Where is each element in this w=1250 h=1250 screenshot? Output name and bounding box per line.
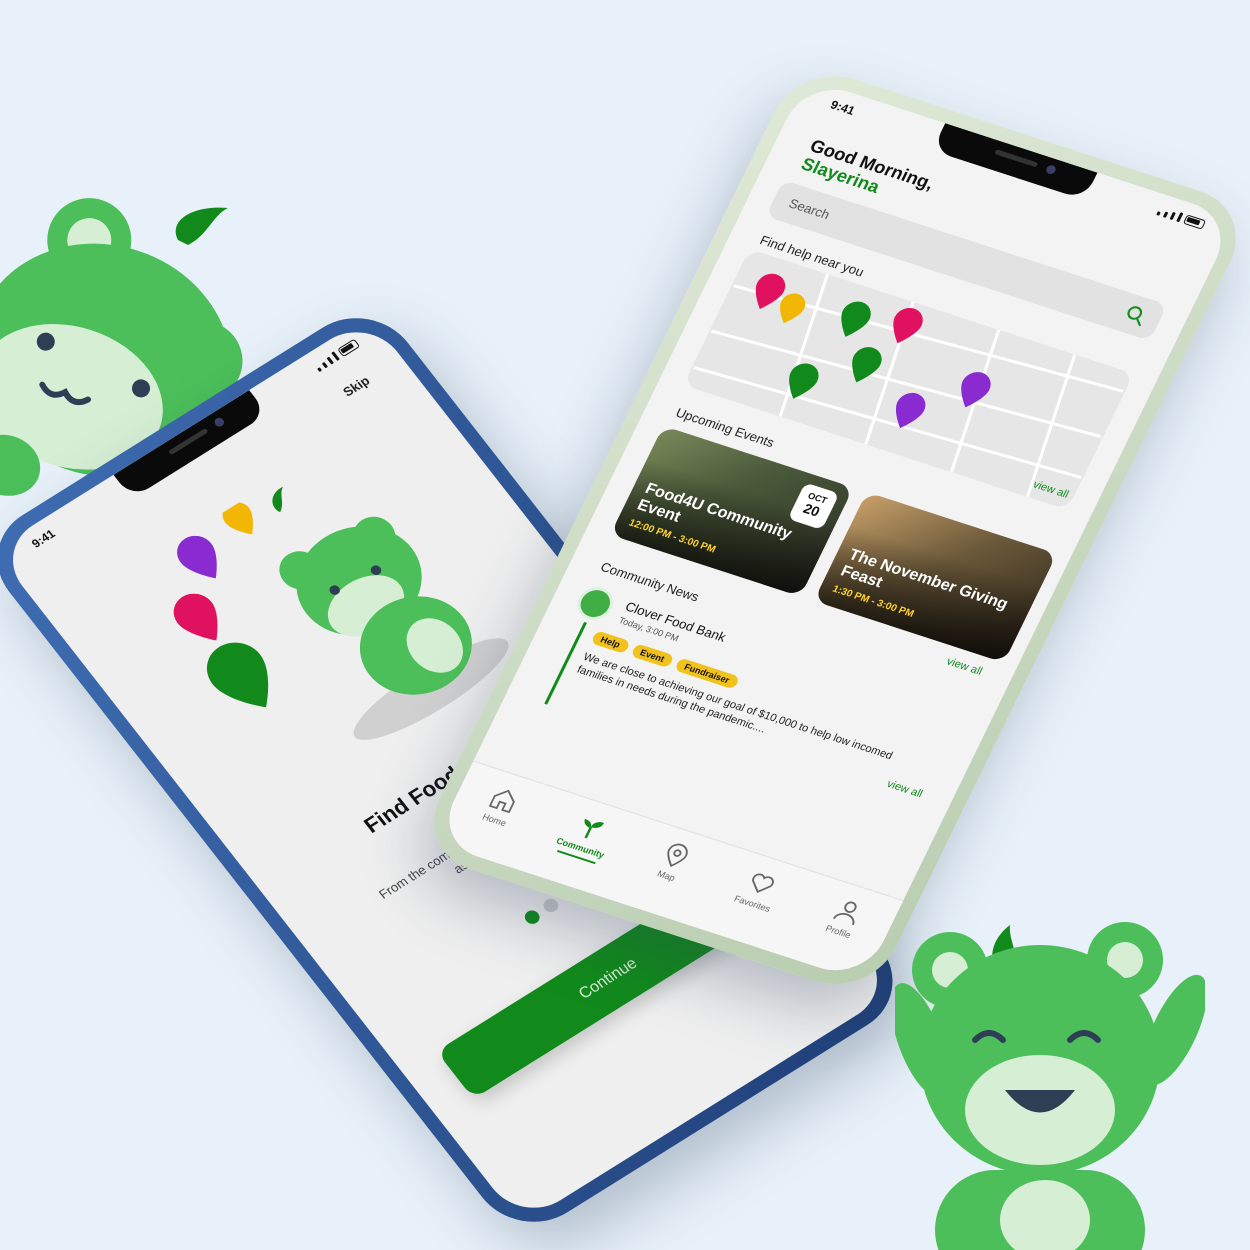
tab-home[interactable]: Home	[448, 779, 538, 866]
status-time: 9:41	[28, 526, 58, 551]
signal-wifi-battery-icon	[313, 338, 361, 372]
tab-favorites[interactable]: Favorites	[706, 863, 796, 950]
tag-badge: Event	[629, 643, 675, 669]
status-time: 9:41	[828, 97, 858, 118]
page-dot[interactable]	[540, 896, 562, 915]
tab-map[interactable]: Map	[620, 835, 710, 922]
person-icon	[832, 901, 857, 926]
home-icon	[488, 789, 516, 814]
search-icon[interactable]	[1122, 303, 1150, 327]
pin-red-icon	[173, 593, 218, 641]
page-dot-active[interactable]	[521, 907, 543, 927]
tab-community[interactable]: Community	[534, 807, 624, 894]
news-body: We are close to achieving our goal of $1…	[574, 651, 895, 763]
mascot-bear-bottom-right	[895, 922, 1205, 1250]
tag-badge: Help	[590, 630, 631, 654]
org-logo-icon	[571, 582, 620, 625]
tab-profile[interactable]: Profile	[792, 891, 882, 978]
event-card[interactable]: The November Giving Feast 1:30 PM - 3:00…	[813, 491, 1057, 663]
pin-yellow-icon	[222, 502, 253, 535]
heart-icon	[752, 873, 775, 894]
tab-label: Home	[480, 811, 509, 829]
leaf-icon	[175, 207, 228, 245]
pin-purple-icon	[177, 535, 217, 579]
event-card[interactable]: OCT 20 Food4U Community Event 12:00 PM -…	[610, 425, 854, 597]
skip-button[interactable]: Skip	[340, 373, 373, 399]
sprout-icon	[584, 818, 604, 839]
signal-wifi-battery-icon	[1156, 206, 1207, 230]
pin-green-icon	[206, 642, 269, 708]
map-pin-icon	[667, 843, 688, 867]
view-all-events-link[interactable]: view all	[945, 656, 985, 678]
search-placeholder: Search	[786, 195, 833, 223]
tab-label: Map	[655, 868, 677, 884]
